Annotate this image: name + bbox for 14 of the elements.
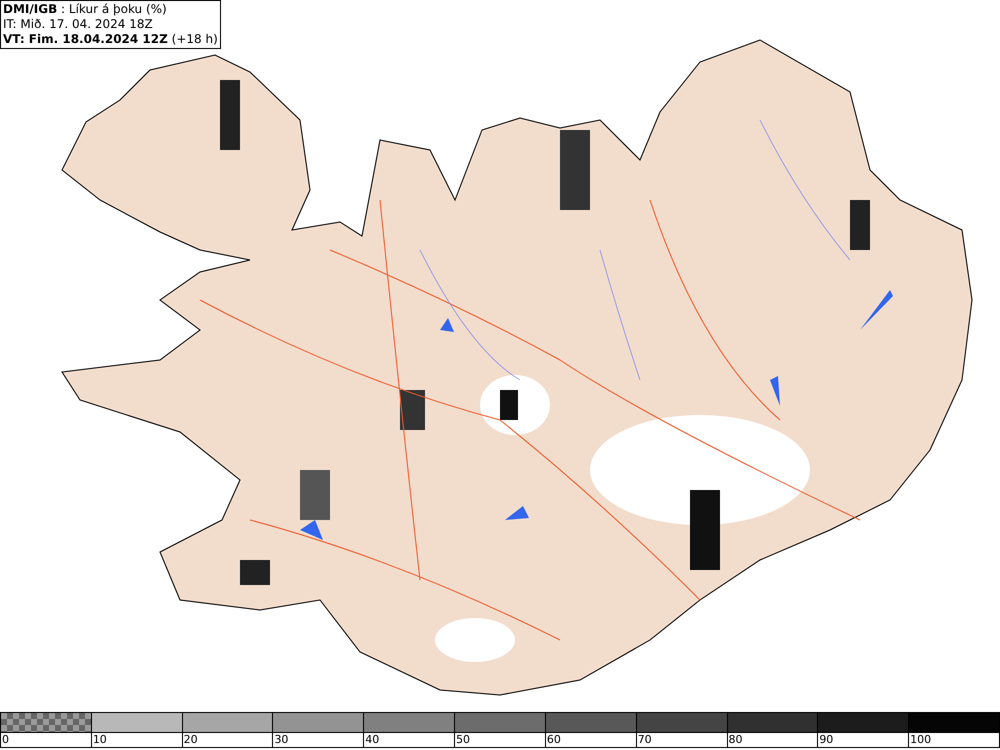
scale-label: 80 [728, 733, 742, 747]
info-text: IT: Mið. 17. 04. 2024 18Z [3, 17, 154, 32]
scale-label: 20 [182, 733, 198, 747]
scale-label: 60 [546, 733, 561, 747]
scale-label: 0 [1, 733, 9, 747]
info-text: DMI/IGB : Líkur á þoku (%) [3, 2, 168, 17]
scale-label: 70 [636, 733, 652, 747]
scale-label: 10 [92, 733, 107, 747]
info-text: VT: Fim. 18.04.2024 12Z (+18 h) [3, 32, 218, 47]
scale-label: 30 [273, 733, 288, 747]
scale-label: 40 [364, 733, 380, 747]
scale-label: 50 [455, 733, 470, 747]
scale-label: 100 [909, 733, 932, 747]
scale-label: 90 [818, 733, 834, 747]
